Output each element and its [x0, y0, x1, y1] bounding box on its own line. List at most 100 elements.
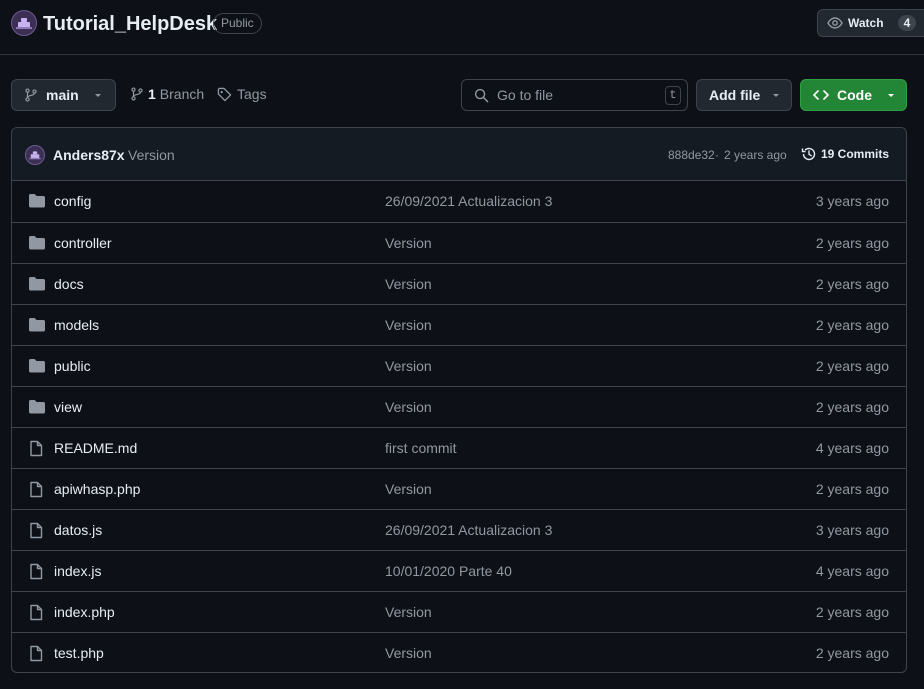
folder-icon	[28, 358, 46, 374]
branches-link[interactable]: 1 Branch	[130, 86, 204, 102]
search-icon	[474, 88, 489, 103]
author-avatar[interactable]	[25, 145, 45, 165]
file-row[interactable]: view Version 2 years ago	[12, 386, 906, 427]
file-row[interactable]: config 26/09/2021 Actualizacion 3 3 years …	[12, 181, 906, 222]
commits-history-link[interactable]: 19 Commits	[801, 146, 889, 162]
commit-message[interactable]: Version	[128, 147, 175, 163]
watch-count: 4	[897, 15, 917, 31]
file-row[interactable]: index.js 10/01/2020 Parte 40 4 years ago	[12, 550, 906, 591]
commit-hash[interactable]: 888de32	[668, 148, 715, 162]
file-list: config 26/09/2021 Actualizacion 3 3 years …	[12, 181, 906, 672]
file-commit-message[interactable]: first commit	[385, 440, 457, 456]
folder-icon	[28, 399, 46, 415]
file-commit-age: 2 years ago	[815, 235, 889, 251]
file-commit-message[interactable]: 26/09/2021 Actualizacion 3	[385, 193, 552, 209]
tags-label: Tags	[237, 86, 267, 102]
file-commit-age: 4 years ago	[815, 563, 889, 579]
chevron-down-icon	[93, 90, 103, 100]
branch-word: Branch	[159, 86, 205, 102]
latest-commit-bar: Anders87x Version 888de32 · 2 years ago …	[12, 128, 906, 181]
file-name-link[interactable]: controller	[54, 235, 112, 251]
file-name-link[interactable]: config	[54, 193, 91, 209]
eye-icon	[827, 15, 843, 31]
file-row[interactable]: index.php Version 2 years ago	[12, 591, 906, 632]
tag-icon	[217, 87, 232, 102]
file-icon	[28, 604, 44, 621]
file-commit-age: 2 years ago	[815, 645, 889, 661]
branch-name: main	[46, 87, 79, 103]
file-name-link[interactable]: index.js	[54, 563, 101, 579]
visibility-badge: Public	[213, 13, 262, 34]
commit-age: 2 years ago	[724, 148, 787, 162]
file-commit-message[interactable]: Version	[385, 481, 432, 497]
git-branch-icon	[24, 88, 38, 102]
branch-selector[interactable]: main	[11, 79, 116, 111]
file-table: Anders87x Version 888de32 · 2 years ago …	[11, 127, 907, 673]
file-commit-message[interactable]: 10/01/2020 Parte 40	[385, 563, 512, 579]
file-commit-message[interactable]: Version	[385, 604, 432, 620]
file-name-link[interactable]: docs	[54, 276, 84, 292]
go-to-file-input[interactable]: Go to file t	[461, 79, 688, 111]
file-row[interactable]: controller Version 2 years ago	[12, 222, 906, 263]
commit-author[interactable]: Anders87x	[53, 147, 125, 163]
file-icon	[28, 522, 44, 539]
file-name-link[interactable]: README.md	[54, 440, 137, 456]
file-commit-message[interactable]: Version	[385, 235, 432, 251]
folder-icon	[28, 317, 46, 333]
logo-icon	[29, 151, 41, 160]
file-name-link[interactable]: models	[54, 317, 99, 333]
file-row[interactable]: public Version 2 years ago	[12, 345, 906, 386]
file-icon	[28, 440, 44, 457]
file-row[interactable]: models Version 2 years ago	[12, 304, 906, 345]
git-branch-icon	[130, 87, 144, 101]
add-file-button[interactable]: Add file	[696, 79, 792, 111]
file-commit-message[interactable]: Version	[385, 645, 432, 661]
file-row[interactable]: datos.js 26/09/2021 Actualizacion 3 3 year…	[12, 509, 906, 550]
file-name-link[interactable]: test.php	[54, 645, 104, 661]
file-name-link[interactable]: public	[54, 358, 91, 374]
file-commit-message[interactable]: Version	[385, 276, 432, 292]
file-icon	[28, 481, 44, 498]
file-commit-message[interactable]: Version	[385, 399, 432, 415]
history-icon	[801, 146, 817, 162]
chevron-down-icon	[771, 90, 781, 100]
search-placeholder: Go to file	[497, 87, 554, 103]
owner-avatar[interactable]	[11, 10, 37, 36]
file-commit-message[interactable]: 26/09/2021 Actualizacion 3	[385, 522, 552, 538]
file-row[interactable]: test.php Version 2 years ago	[12, 632, 906, 672]
repo-page: Tutorial_HelpDesk Public Watch 4 main 1 …	[0, 0, 924, 689]
repo-header: Tutorial_HelpDesk Public Watch 4	[0, 0, 924, 55]
file-name-link[interactable]: apiwhasp.php	[54, 481, 140, 497]
file-commit-age: 4 years ago	[815, 440, 889, 456]
watch-button[interactable]: Watch 4	[817, 9, 924, 37]
code-button[interactable]: Code	[800, 79, 907, 111]
add-file-label: Add file	[709, 87, 761, 103]
branch-count: 1	[148, 86, 156, 102]
folder-icon	[28, 276, 46, 292]
folder-icon	[28, 193, 46, 209]
file-commit-age: 3 years ago	[815, 522, 889, 538]
watch-label: Watch	[848, 16, 884, 30]
file-commit-age: 2 years ago	[815, 317, 889, 333]
file-row[interactable]: README.md first commit 4 years ago	[12, 427, 906, 468]
file-commit-age: 2 years ago	[815, 276, 889, 292]
file-row[interactable]: apiwhasp.php Version 2 years ago	[12, 468, 906, 509]
keyboard-shortcut-hint: t	[665, 86, 681, 105]
tags-link[interactable]: Tags	[212, 86, 267, 102]
file-name-link[interactable]: view	[54, 399, 82, 415]
commit-separator: ·	[715, 148, 719, 162]
file-name-link[interactable]: index.php	[54, 604, 115, 620]
file-row[interactable]: docs Version 2 years ago	[12, 263, 906, 304]
file-icon	[28, 563, 44, 580]
code-icon	[813, 88, 829, 102]
file-commit-age: 2 years ago	[815, 358, 889, 374]
file-commit-message[interactable]: Version	[385, 358, 432, 374]
file-commit-age: 3 years ago	[815, 193, 889, 209]
chevron-down-icon	[886, 90, 896, 100]
logo-icon	[16, 18, 32, 29]
file-icon	[28, 645, 44, 662]
file-commit-age: 2 years ago	[815, 481, 889, 497]
repo-title[interactable]: Tutorial_HelpDesk	[43, 11, 217, 37]
file-name-link[interactable]: datos.js	[54, 522, 102, 538]
file-commit-message[interactable]: Version	[385, 317, 432, 333]
